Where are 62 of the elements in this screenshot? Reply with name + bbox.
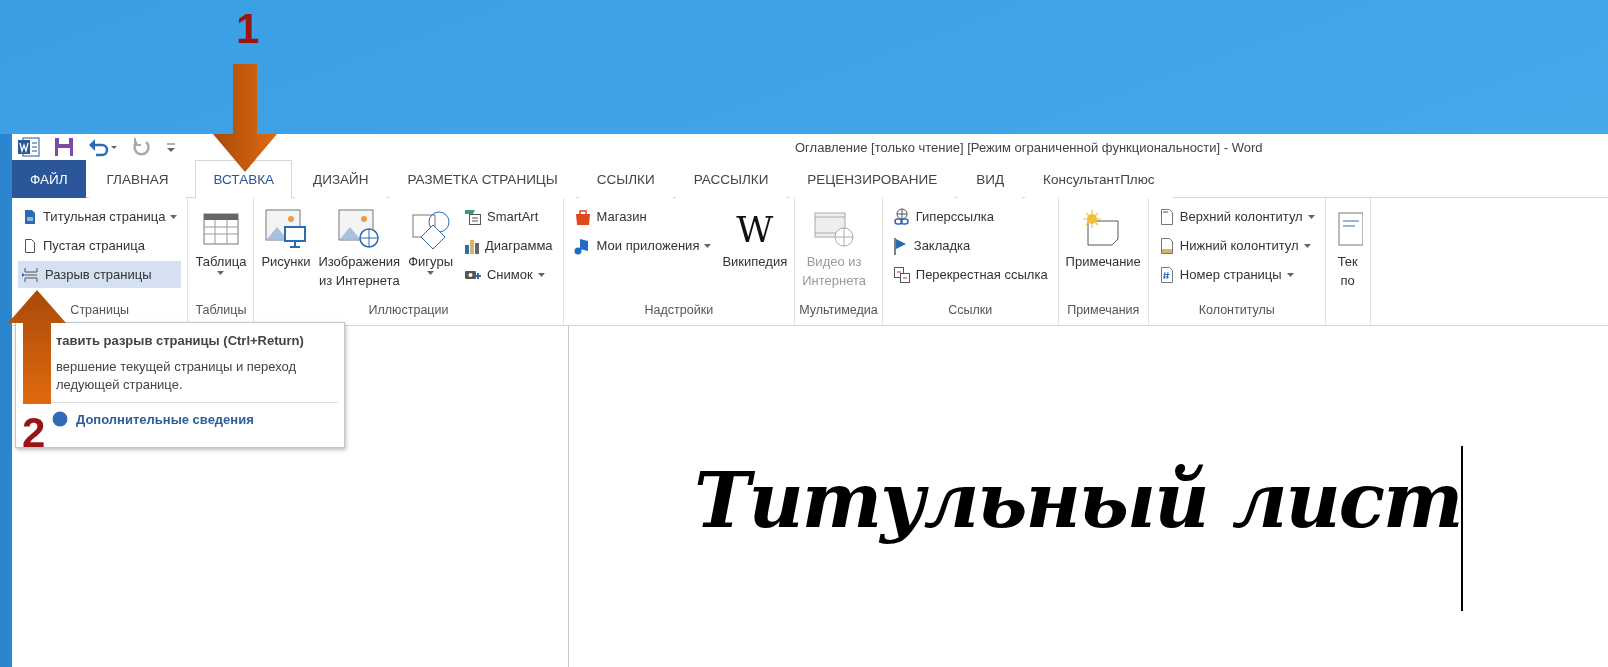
group-label: Мультимедиа	[799, 303, 878, 319]
cross-reference-icon	[892, 265, 911, 284]
page-break-icon	[22, 266, 40, 283]
word-logo-icon	[18, 137, 40, 157]
ribbon-button[interactable]: Магазин	[569, 203, 716, 230]
header-page-icon	[1158, 207, 1175, 226]
page-number-icon	[1158, 265, 1175, 284]
down-arrow-icon	[213, 64, 277, 172]
ribbon-button[interactable]: Рисунки	[258, 202, 314, 303]
undo-icon	[88, 137, 118, 157]
group-label: Надстройки	[644, 303, 714, 319]
ribbon-button[interactable]: W Википедия	[719, 202, 791, 303]
shapes-icon	[410, 209, 451, 249]
footer-page-icon	[1158, 236, 1175, 255]
group-label: Примечания	[1067, 303, 1140, 319]
document-heading: Титульный лист	[694, 456, 1462, 545]
ribbon-button[interactable]: Пустая страница	[18, 232, 182, 259]
ribbon-button[interactable]: Закладка	[888, 232, 1052, 259]
group-label: Колонтитулы	[1198, 303, 1275, 319]
blank-page-icon	[22, 237, 38, 254]
smartart-icon	[464, 208, 482, 225]
group-label: Иллюстрации	[368, 303, 449, 319]
shopping-bag-icon	[573, 207, 592, 226]
window-title: Оглавление [только чтение] [Режим ограниченной функциональности] - Word	[795, 139, 1263, 155]
customize-menu-icon	[166, 140, 176, 154]
ribbon-button[interactable]: Титульная страница	[18, 203, 182, 230]
ribbon-button[interactable]: Верхний колонтитул	[1154, 203, 1319, 230]
ribbon-button[interactable]: Примечание	[1062, 202, 1144, 303]
hyperlink-globe-icon	[892, 207, 911, 226]
step-number: 2	[22, 412, 46, 454]
help-icon	[52, 411, 68, 427]
video-globe-icon	[813, 209, 856, 249]
ribbon-button[interactable]: Разрыв страницы	[18, 261, 182, 288]
ribbon-button[interactable]: Перекрестная ссылка	[888, 261, 1052, 288]
bar-chart-icon	[464, 237, 480, 254]
tooltip-text: вершение текущей страницы и переход ледующей странице.	[56, 358, 298, 394]
group-label: Таблицы	[195, 303, 247, 319]
tooltip-title: тавить разрыв страницы (Ctrl+Return)	[56, 333, 305, 348]
ribbon-button[interactable]: Нижний колонтитул	[1154, 232, 1319, 259]
camera-icon	[464, 269, 482, 280]
online-pictures-icon	[338, 209, 381, 249]
cover-page-icon	[22, 208, 38, 225]
group-label: Страницы	[70, 303, 130, 319]
redo-icon	[132, 137, 152, 157]
file-tab[interactable]: ФАЙЛ	[12, 160, 86, 198]
table-icon	[202, 213, 239, 245]
wikipedia-icon: W	[736, 208, 774, 250]
pictures-icon	[264, 209, 307, 249]
ribbon-button[interactable]: Фигуры	[405, 202, 456, 303]
ribbon-button[interactable]: Мои приложения	[569, 232, 716, 259]
group-label: Ссылки	[948, 303, 993, 319]
step-number: 1	[236, 8, 260, 50]
ribbon-button[interactable]: Номер страницы	[1154, 261, 1319, 288]
ribbon-button[interactable]: Тек по	[1329, 202, 1366, 303]
ribbon-button[interactable]: Гиперссылка	[888, 203, 1052, 230]
ribbon-button[interactable]: Снимок	[460, 261, 557, 288]
ribbon-button[interactable]: Таблица	[192, 202, 250, 303]
ribbon-button[interactable]: Изображения из Интернета	[315, 202, 404, 303]
ribbon-button[interactable]: SmartArt	[460, 203, 557, 230]
ribbon-button[interactable]: Диаграмма	[460, 232, 557, 259]
ribbon-tab[interactable]: ВСТАВКА	[195, 160, 293, 198]
more-info-link[interactable]: Дополнительные сведения	[76, 411, 254, 427]
